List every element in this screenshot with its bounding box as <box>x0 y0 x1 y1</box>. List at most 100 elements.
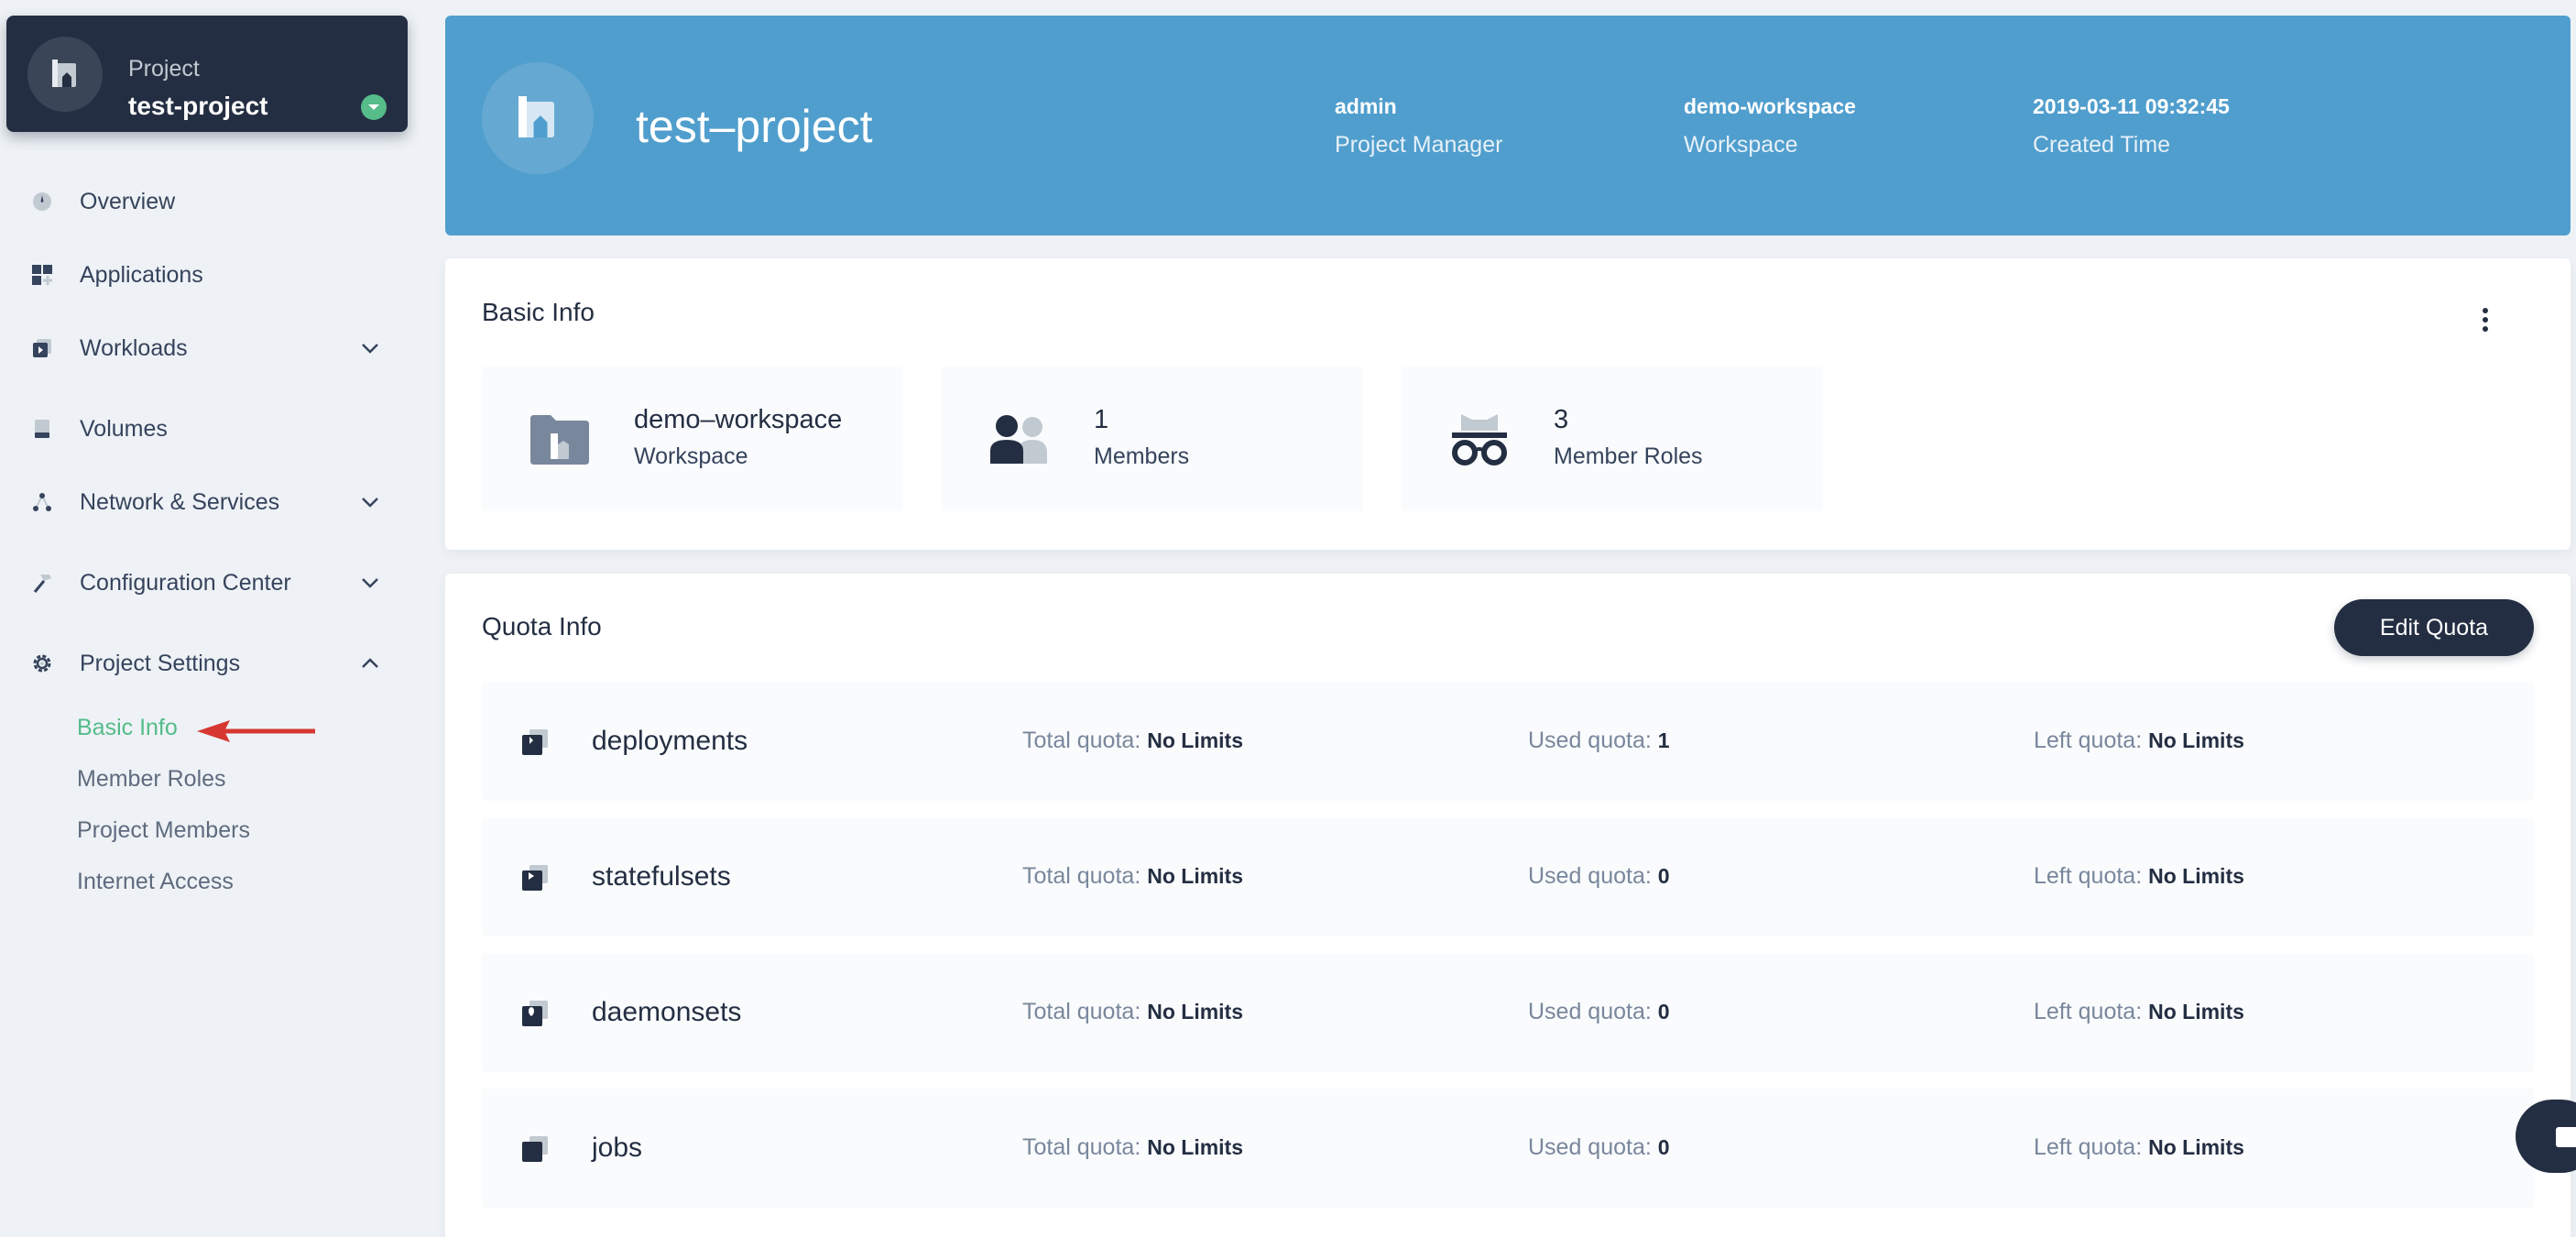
quota-total-label: Total quota: <box>1022 1134 1141 1160</box>
quota-left-value: No Limits <box>2148 1135 2244 1159</box>
nav-workloads-label: Workloads <box>80 334 188 361</box>
quota-left-label: Left quota: <box>2034 1134 2143 1160</box>
nav-applications[interactable]: Applications <box>0 253 421 297</box>
quota-resource-name: jobs <box>592 1133 643 1163</box>
quota-used: Used quota: 0 <box>1528 999 1670 1025</box>
meta-value: 2019-03-11 09:32:45 <box>2033 94 2230 118</box>
quota-used: Used quota: 0 <box>1528 863 1670 890</box>
nav-configuration-center[interactable]: Configuration Center <box>0 561 421 605</box>
quota-row: statefulsets Total quota: No Limits Used q… <box>482 817 2534 936</box>
quota-left-label: Left quota: <box>2034 999 2143 1024</box>
subnav-basic-info[interactable]: Basic Info <box>77 715 178 741</box>
incognito-icon <box>1447 409 1512 469</box>
quota-total: Total quota: No Limits <box>1022 863 1243 890</box>
sidebar: Project test-project Overview Applicatio… <box>0 0 421 1237</box>
users-icon <box>988 409 1052 469</box>
info-members: 1 Members <box>942 367 1363 511</box>
apps-icon <box>30 263 54 287</box>
info-label: Member Roles <box>1554 443 1703 469</box>
quota-resource-name: statefulsets <box>592 861 731 892</box>
quota-resource-name: deployments <box>592 726 748 756</box>
quota-row: jobs Total quota: No Limits Used quota: 0 L… <box>482 1089 2534 1208</box>
info-workspace: demo–workspace Workspace <box>482 367 903 511</box>
nav-volumes[interactable]: Volumes <box>0 407 421 451</box>
nav-applications-label: Applications <box>80 261 203 288</box>
quota-row: deployments Total quota: No Limits Used qu… <box>482 682 2534 801</box>
project-name: test-project <box>128 92 268 120</box>
job-icon <box>522 1136 548 1162</box>
chevron-down-icon[interactable] <box>359 337 381 359</box>
quota-total-value: No Limits <box>1147 1000 1243 1024</box>
quota-used-label: Used quota: <box>1528 1134 1652 1160</box>
chevron-down-icon[interactable] <box>359 572 381 594</box>
meta-label: Workspace <box>1684 132 1798 158</box>
nav-network-services-label: Network & Services <box>80 488 280 515</box>
quota-resource-name: daemonsets <box>592 997 742 1027</box>
info-label: Workspace <box>634 443 748 469</box>
quota-left-value: No Limits <box>2148 728 2244 752</box>
subnav-member-roles[interactable]: Member Roles <box>77 766 226 793</box>
workload-icon <box>30 336 54 360</box>
subnav-internet-access[interactable]: Internet Access <box>77 869 234 895</box>
quota-total-value: No Limits <box>1147 864 1243 888</box>
meta-workspace: demo-workspace Workspace <box>1684 94 1856 159</box>
nav-workloads[interactable]: Workloads <box>0 326 421 370</box>
info-member-roles: 3 Member Roles <box>1402 367 1823 511</box>
subnav-project-members[interactable]: Project Members <box>77 817 250 844</box>
nav-network-services[interactable]: Network & Services <box>0 480 421 524</box>
quota-left-value: No Limits <box>2148 864 2244 888</box>
page-title: test–project <box>636 101 873 152</box>
quota-used-label: Used quota: <box>1528 999 1652 1024</box>
toolbox-icon <box>2556 1127 2576 1147</box>
quota-total-label: Total quota: <box>1022 999 1141 1024</box>
quota-used: Used quota: 0 <box>1528 1134 1670 1161</box>
quota-total-value: No Limits <box>1147 1135 1243 1159</box>
quota-used-value: 0 <box>1657 1135 1670 1159</box>
annotation-arrow-icon <box>197 720 315 742</box>
quota-used: Used quota: 1 <box>1528 728 1670 754</box>
quota-left-value: No Limits <box>2148 1000 2244 1024</box>
quota-total: Total quota: No Limits <box>1022 1134 1243 1161</box>
meta-label: Project Manager <box>1335 132 1503 158</box>
quota-left: Left quota: No Limits <box>2034 728 2244 754</box>
project-switcher[interactable]: Project test-project <box>6 16 408 132</box>
quota-total-label: Total quota: <box>1022 728 1141 753</box>
meta-created-time: 2019-03-11 09:32:45 Created Time <box>2033 94 2230 159</box>
nav-project-settings-label: Project Settings <box>80 650 241 676</box>
project-icon <box>27 37 103 112</box>
daemonset-icon <box>522 1001 548 1026</box>
nav-project-settings[interactable]: Project Settings <box>0 641 421 685</box>
quota-row: daemonsets Total quota: No Limits Used quo… <box>482 953 2534 1072</box>
meta-value: demo-workspace <box>1684 94 1856 118</box>
folder-icon <box>528 409 592 469</box>
chevron-up-icon[interactable] <box>359 652 381 674</box>
edit-quota-button[interactable]: Edit Quota <box>2334 599 2534 656</box>
basic-info-title: Basic Info <box>482 298 595 326</box>
quota-total: Total quota: No Limits <box>1022 999 1243 1025</box>
meta-value: admin <box>1335 94 1397 118</box>
nav-volumes-label: Volumes <box>80 415 168 442</box>
quota-left: Left quota: No Limits <box>2034 1134 2244 1161</box>
caret-down-icon[interactable] <box>361 94 387 120</box>
nav-overview[interactable]: Overview <box>0 180 421 224</box>
project-label: Project <box>128 56 200 82</box>
quota-info-card: Quota Info Edit Quota deployments Total q… <box>445 574 2571 1237</box>
quota-used-label: Used quota: <box>1528 728 1652 753</box>
info-value: demo–workspace <box>634 405 843 434</box>
project-icon <box>482 62 594 174</box>
nav-configuration-center-label: Configuration Center <box>80 569 291 596</box>
more-vertical-icon[interactable] <box>2474 304 2496 335</box>
info-value: 3 <box>1554 405 1569 434</box>
statefulset-icon <box>522 865 548 891</box>
dashboard-icon <box>30 190 54 213</box>
chevron-down-icon[interactable] <box>359 491 381 513</box>
network-icon <box>30 490 54 514</box>
info-label: Members <box>1094 443 1190 469</box>
project-banner: test–project admin Project Manager demo-… <box>445 16 2571 235</box>
quota-left-label: Left quota: <box>2034 728 2143 753</box>
gear-icon <box>30 651 54 675</box>
quota-used-value: 1 <box>1657 728 1670 752</box>
basic-info-card: Basic Info demo–workspace Workspace 1 Me… <box>445 258 2571 550</box>
quota-used-label: Used quota: <box>1528 863 1652 889</box>
meta-project-manager: admin Project Manager <box>1335 94 1502 159</box>
